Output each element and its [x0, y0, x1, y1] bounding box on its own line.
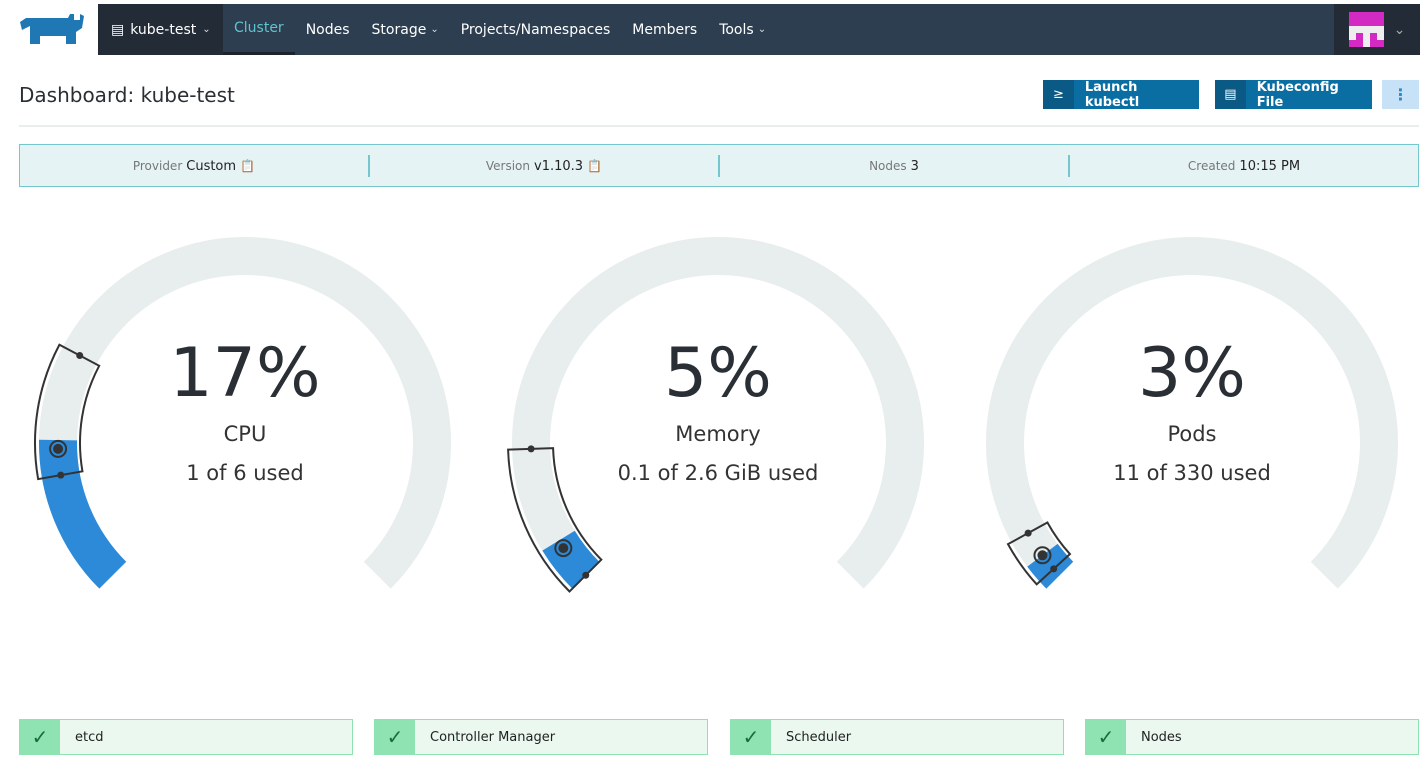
range-handle: [57, 471, 65, 479]
gauge-cpu: 17% CPU 1 of 6 used: [34, 237, 451, 589]
more-actions-button[interactable]: ⋮: [1382, 80, 1419, 109]
cluster-name: kube-test: [130, 21, 197, 38]
file-icon: ▤: [1215, 80, 1246, 109]
info-provider: Provider Custom 📋: [20, 154, 370, 177]
gauge-fill: [39, 439, 127, 589]
chevron-down-icon: ⌄: [757, 24, 767, 35]
info-created: Created 10:15 PM: [1187, 158, 1301, 174]
chevron-down-icon: ⌄: [1393, 21, 1406, 38]
gauge-label: Pods: [1167, 422, 1216, 446]
range-handle: [527, 445, 535, 453]
clipboard-icon[interactable]: 📋: [240, 159, 255, 173]
chevron-down-icon: ⌄: [202, 24, 211, 35]
gauge-label: Memory: [675, 422, 760, 446]
status-etcd: ✓ etcd: [19, 719, 353, 755]
gauge-track: [39, 237, 451, 589]
nav-members[interactable]: Members: [621, 4, 708, 55]
nav-storage[interactable]: Storage ⌄: [361, 4, 450, 55]
gauges: 17% CPU 1 of 6 used 5% Memory 0.1 of 2.6…: [34, 237, 1398, 593]
chevron-down-icon: ⌄: [430, 24, 439, 35]
usage-marker: [53, 443, 64, 454]
gauge-memory: 5% Memory 0.1 of 2.6 GiB used: [507, 237, 924, 593]
gauge-percent: 3%: [1138, 334, 1246, 413]
status-nodes: ✓ Nodes: [1085, 719, 1419, 755]
user-menu[interactable]: ⌄: [1334, 4, 1420, 55]
kubeconfig-file-button[interactable]: ▤ Kubeconfig File: [1215, 80, 1372, 110]
gauge-detail: 11 of 330 used: [1113, 461, 1271, 485]
status-controller-manager: ✓ Controller Manager: [374, 719, 708, 755]
usage-marker: [558, 543, 569, 554]
usage-marker: [1037, 550, 1048, 561]
gauge-label: CPU: [224, 422, 267, 446]
cluster-switcher[interactable]: ▤ kube-test ⌄: [98, 4, 223, 55]
divider: [19, 125, 1419, 127]
terminal-icon: ≥: [1043, 80, 1074, 109]
launch-kubectl-button[interactable]: ≥ Launch kubectl: [1043, 80, 1199, 110]
range-handle: [582, 571, 590, 579]
status-scheduler: ✓ Scheduler: [730, 719, 1064, 755]
gauge-detail: 1 of 6 used: [186, 461, 304, 485]
server-icon: ▤: [111, 21, 125, 38]
avatar: [1348, 12, 1384, 47]
gauge-track: [986, 237, 1398, 589]
page-title: Dashboard: kube-test: [19, 83, 235, 107]
check-icon: ✓: [375, 720, 415, 754]
range-handle: [1050, 565, 1058, 573]
top-nav: ▤ kube-test ⌄ Cluster Nodes Storage ⌄ Pro…: [98, 4, 1420, 55]
cluster-info-bar: Provider Custom 📋 Version v1.10.3 📋 Nodes 3…: [19, 144, 1419, 187]
rancher-logo[interactable]: [18, 12, 88, 46]
range-handle: [1024, 529, 1032, 537]
gauge-detail: 0.1 of 2.6 GiB used: [618, 461, 819, 485]
gauge-percent: 5%: [664, 334, 772, 413]
gauge-pods: 3% Pods 11 of 330 used: [986, 237, 1398, 589]
check-icon: ✓: [20, 720, 60, 754]
nav-nodes[interactable]: Nodes: [295, 4, 361, 55]
check-icon: ✓: [1086, 720, 1126, 754]
info-version: Version v1.10.3 📋: [370, 154, 720, 177]
gauge-percent: 17%: [169, 334, 320, 413]
info-nodes: Nodes 3: [720, 154, 1070, 177]
nav-projects-namespaces[interactable]: Projects/Namespaces: [450, 4, 622, 55]
gauge-track: [512, 237, 924, 589]
check-icon: ✓: [731, 720, 771, 754]
range-handle: [76, 351, 84, 359]
clipboard-icon[interactable]: 📋: [587, 159, 602, 173]
nav-cluster[interactable]: Cluster: [223, 4, 295, 55]
nav-tools[interactable]: Tools ⌄: [708, 4, 777, 55]
